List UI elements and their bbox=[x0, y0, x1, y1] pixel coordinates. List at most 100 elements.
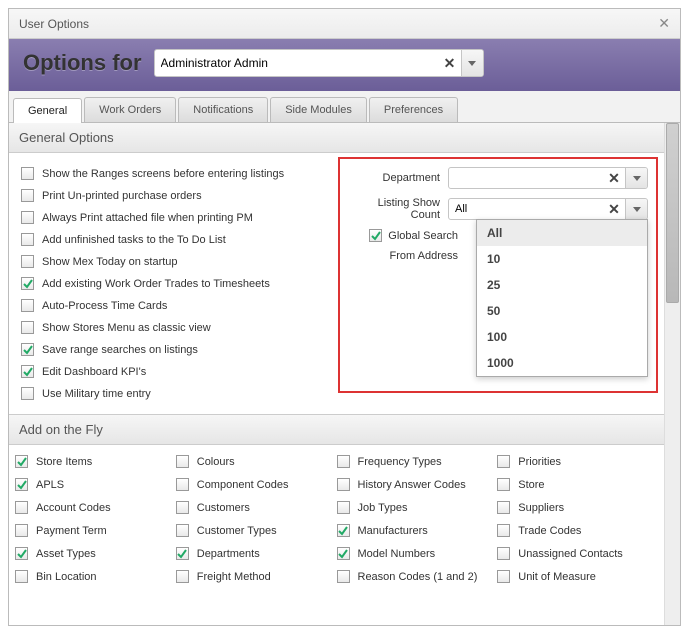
clear-icon[interactable]: ✕ bbox=[603, 201, 625, 218]
fly-checkbox[interactable]: Unassigned Contacts bbox=[497, 547, 658, 560]
global-search-checkbox[interactable] bbox=[369, 229, 382, 242]
fly-checkbox[interactable]: Component Codes bbox=[176, 478, 337, 491]
general-checkbox[interactable]: Add existing Work Order Trades to Timesh… bbox=[21, 277, 349, 290]
fly-checkbox[interactable]: History Answer Codes bbox=[337, 478, 498, 491]
fly-checkbox[interactable]: Unit of Measure bbox=[497, 570, 658, 583]
checkbox-label: Show the Ranges screens before entering … bbox=[42, 168, 284, 180]
dropdown-option[interactable]: 10 bbox=[477, 246, 647, 272]
fly-checkbox[interactable]: Frequency Types bbox=[337, 455, 498, 468]
fly-checkbox[interactable]: Manufacturers bbox=[337, 524, 498, 537]
dropdown-option[interactable]: 1000 bbox=[477, 350, 647, 376]
checkbox-icon bbox=[21, 189, 34, 202]
general-checkbox[interactable]: Always Print attached file when printing… bbox=[21, 211, 349, 224]
general-checkbox[interactable]: Show Stores Menu as classic view bbox=[21, 321, 349, 334]
general-checkbox[interactable]: Save range searches on listings bbox=[21, 343, 349, 356]
close-icon[interactable]: ✕ bbox=[658, 15, 670, 32]
chevron-down-icon[interactable] bbox=[625, 168, 647, 188]
checkbox-label: Auto-Process Time Cards bbox=[42, 300, 167, 312]
fly-checkbox[interactable]: Customer Types bbox=[176, 524, 337, 537]
checkbox-label: Bin Location bbox=[36, 571, 97, 583]
checkbox-label: Asset Types bbox=[36, 548, 96, 560]
fly-grid: Store Items APLS Account Codes Payment Term… bbox=[15, 455, 658, 583]
checkbox-label: Unassigned Contacts bbox=[518, 548, 623, 560]
fly-column: Store Items APLS Account Codes Payment Term… bbox=[15, 455, 176, 583]
fly-checkbox[interactable]: Freight Method bbox=[176, 570, 337, 583]
checkbox-icon bbox=[497, 501, 510, 514]
clear-icon[interactable]: ✕ bbox=[439, 55, 461, 72]
general-checkbox[interactable]: Auto-Process Time Cards bbox=[21, 299, 349, 312]
fly-checkbox[interactable]: Priorities bbox=[497, 455, 658, 468]
department-input[interactable] bbox=[449, 172, 603, 184]
options-for-label: Options for bbox=[23, 50, 142, 76]
fly-checkbox[interactable]: Store Items bbox=[15, 455, 176, 468]
dropdown-option[interactable]: 50 bbox=[477, 298, 647, 324]
user-options-window: User Options ✕ Options for ✕ GeneralWork… bbox=[8, 8, 681, 626]
checkbox-icon bbox=[497, 524, 510, 537]
scroll-thumb[interactable] bbox=[666, 123, 679, 303]
checkbox-icon bbox=[337, 455, 350, 468]
user-input[interactable] bbox=[155, 56, 439, 70]
add-on-fly-header: Add on the Fly bbox=[9, 414, 664, 445]
tab-work-orders[interactable]: Work Orders bbox=[84, 97, 176, 122]
chevron-down-icon[interactable] bbox=[461, 50, 483, 76]
fly-checkbox[interactable]: Colours bbox=[176, 455, 337, 468]
general-checkbox[interactable]: Use Military time entry bbox=[21, 387, 349, 400]
fly-checkbox[interactable]: Account Codes bbox=[15, 501, 176, 514]
fly-checkbox[interactable]: Suppliers bbox=[497, 501, 658, 514]
general-checkbox[interactable]: Add unfinished tasks to the To Do List bbox=[21, 233, 349, 246]
checkbox-icon bbox=[21, 277, 34, 290]
checkbox-label: Add existing Work Order Trades to Timesh… bbox=[42, 278, 270, 290]
fly-checkbox[interactable]: Asset Types bbox=[15, 547, 176, 560]
chevron-down-icon[interactable] bbox=[625, 199, 647, 219]
checkbox-icon bbox=[176, 455, 189, 468]
dropdown-option[interactable]: 100 bbox=[477, 324, 647, 350]
general-checkbox[interactable]: Show Mex Today on startup bbox=[21, 255, 349, 268]
vertical-scrollbar[interactable] bbox=[664, 123, 680, 625]
checkbox-icon bbox=[497, 455, 510, 468]
checkbox-label: Payment Term bbox=[36, 525, 107, 537]
general-checkbox[interactable]: Edit Dashboard KPI's bbox=[21, 365, 349, 378]
general-checkbox[interactable]: Show the Ranges screens before entering … bbox=[21, 167, 349, 180]
listing-count-combo[interactable]: ✕ bbox=[448, 198, 648, 220]
fly-checkbox[interactable]: Model Numbers bbox=[337, 547, 498, 560]
checkbox-label: History Answer Codes bbox=[358, 479, 466, 491]
checkbox-icon bbox=[15, 524, 28, 537]
fly-checkbox[interactable]: Departments bbox=[176, 547, 337, 560]
checkbox-icon bbox=[337, 478, 350, 491]
tab-general[interactable]: General bbox=[13, 98, 82, 123]
dropdown-option[interactable]: 25 bbox=[477, 272, 647, 298]
add-on-fly-body: Store Items APLS Account Codes Payment Term… bbox=[9, 445, 664, 597]
checkbox-label: Priorities bbox=[518, 456, 561, 468]
checkbox-icon bbox=[15, 547, 28, 560]
checkbox-icon bbox=[21, 255, 34, 268]
checkbox-label: Frequency Types bbox=[358, 456, 442, 468]
checkbox-label: Reason Codes (1 and 2) bbox=[358, 571, 478, 583]
listing-count-row: Listing Show Count ✕ bbox=[348, 197, 648, 221]
tab-preferences[interactable]: Preferences bbox=[369, 97, 458, 122]
tab-notifications[interactable]: Notifications bbox=[178, 97, 268, 122]
fly-checkbox[interactable]: Store bbox=[497, 478, 658, 491]
highlighted-panel: Department ✕ Listing Show Count bbox=[338, 157, 658, 393]
checkbox-label: Save range searches on listings bbox=[42, 344, 198, 356]
fly-checkbox[interactable]: Customers bbox=[176, 501, 337, 514]
listing-count-input[interactable] bbox=[449, 203, 603, 215]
checkbox-icon bbox=[337, 570, 350, 583]
fly-checkbox[interactable]: Bin Location bbox=[15, 570, 176, 583]
checkbox-icon bbox=[15, 455, 28, 468]
tab-side-modules[interactable]: Side Modules bbox=[270, 97, 367, 122]
checkbox-label: Unit of Measure bbox=[518, 571, 596, 583]
checkbox-icon bbox=[176, 547, 189, 560]
listing-count-dropdown[interactable]: All1025501001000 bbox=[476, 219, 648, 377]
checkbox-label: Customer Types bbox=[197, 525, 277, 537]
fly-checkbox[interactable]: Reason Codes (1 and 2) bbox=[337, 570, 498, 583]
clear-icon[interactable]: ✕ bbox=[603, 170, 625, 187]
user-selector[interactable]: ✕ bbox=[154, 49, 484, 77]
fly-checkbox[interactable]: Payment Term bbox=[15, 524, 176, 537]
fly-checkbox[interactable]: APLS bbox=[15, 478, 176, 491]
fly-checkbox[interactable]: Trade Codes bbox=[497, 524, 658, 537]
general-checkbox[interactable]: Print Un-printed purchase orders bbox=[21, 189, 349, 202]
department-combo[interactable]: ✕ bbox=[448, 167, 648, 189]
checkbox-label: Colours bbox=[197, 456, 235, 468]
dropdown-option[interactable]: All bbox=[477, 220, 647, 246]
fly-checkbox[interactable]: Job Types bbox=[337, 501, 498, 514]
